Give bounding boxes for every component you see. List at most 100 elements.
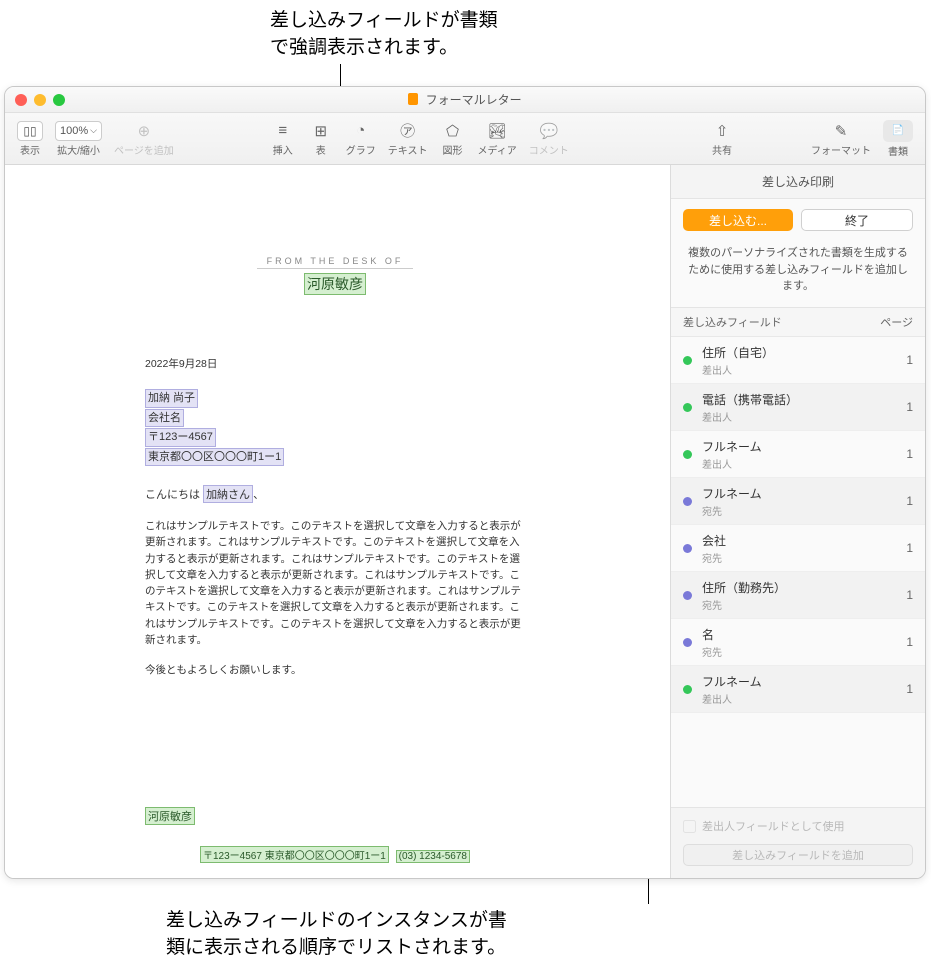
color-dot-icon [683, 638, 692, 647]
body-text[interactable]: これはサンプルテキストです。このテキストを選択して文章を入力すると表示が更新され… [145, 518, 525, 648]
color-dot-icon [683, 450, 692, 459]
field-row-main: 住所（勤務先）宛先 [702, 579, 900, 612]
view-button[interactable]: ▯▯ 表示 [13, 121, 47, 157]
date-line[interactable]: 2022年9月28日 [145, 356, 525, 371]
field-title: 名 [702, 626, 900, 643]
media-button[interactable]: 🏞 メディア [473, 121, 520, 157]
merge-field-footer-phone[interactable]: (03) 1234-5678 [396, 850, 470, 863]
field-row[interactable]: フルネーム宛先 1 [671, 478, 925, 525]
field-row[interactable]: フルネーム差出人1 [671, 431, 925, 478]
brush-icon: ✎ [830, 121, 852, 141]
field-subtitle: 宛先 [702, 597, 900, 612]
share-icon: ⇧ [711, 121, 733, 141]
field-page: 1 [906, 635, 913, 649]
closing-line[interactable]: 今後ともよろしくお願いします。 [145, 662, 525, 677]
text-button[interactable]: ㋐ テキスト [384, 121, 432, 157]
comment-icon: 💬 [538, 121, 560, 141]
field-subtitle: 差出人 [702, 362, 900, 377]
share-button[interactable]: ⇧ 共有 [705, 121, 739, 157]
greeting-prefix: こんにちは [145, 489, 200, 501]
sidebar-header: 差し込み印刷 [671, 165, 925, 199]
color-dot-icon [683, 403, 692, 412]
field-title: フルネーム [702, 485, 900, 502]
field-row-main: フルネーム差出人 [702, 438, 900, 471]
callout-top-text: 差し込みフィールドが書類 で強調表示されます。 [270, 8, 498, 61]
use-as-sender-checkbox: 差出人フィールドとして使用 [683, 818, 913, 834]
field-row[interactable]: 住所（自宅）差出人 1 [671, 337, 925, 384]
merge-field-footer-address[interactable]: 〒123ー4567 東京都〇〇区〇〇〇町1ー1 [200, 846, 389, 863]
field-page: 1 [906, 353, 913, 367]
field-page: 1 [906, 494, 913, 508]
field-subtitle: 差出人 [702, 691, 900, 706]
recipient-block: 加納 尚子 会社名 〒123ー4567 東京都〇〇区〇〇〇町1ー1 [145, 389, 525, 467]
field-title: フルネーム [702, 673, 900, 690]
inspector-sidebar: 差し込み印刷 差し込む... 終了 複数のパーソナライズされた書類を生成するため… [671, 165, 925, 878]
field-row-main: 名宛先 [702, 626, 900, 659]
window-title: フォーマルレター [5, 91, 925, 108]
field-title: 会社 [702, 532, 900, 549]
text-icon: ㋐ [397, 121, 419, 141]
greeting-suffix: 、 [253, 489, 264, 501]
field-row[interactable]: 住所（勤務先）宛先1 [671, 572, 925, 619]
window-title-text: フォーマルレター [426, 93, 522, 107]
footer-contact: 〒123ー4567 東京都〇〇区〇〇〇町1ー1 (03) 1234-5678 [145, 846, 525, 863]
field-subtitle: 宛先 [702, 503, 900, 518]
merge-field-address[interactable]: 東京都〇〇区〇〇〇町1ー1 [145, 448, 284, 467]
checkbox-icon [683, 820, 696, 833]
insert-button[interactable]: ≡ 挿入 [266, 121, 300, 157]
field-row[interactable]: フルネーム差出人1 [671, 666, 925, 713]
media-icon: 🏞 [486, 121, 508, 141]
merge-button[interactable]: 差し込む... [683, 209, 793, 231]
field-row-main: 住所（自宅）差出人 [702, 344, 900, 377]
greeting-line[interactable]: こんにちは 加納さん、 [145, 485, 525, 504]
document-button[interactable]: 📄 書類 [879, 120, 917, 158]
merge-field-sender-name[interactable]: 河原敏彦 [304, 273, 366, 295]
field-title: 住所（勤務先） [702, 579, 900, 596]
sidebar-icon: ▯▯ [17, 121, 43, 141]
table-button[interactable]: ⊞ 表 [304, 121, 338, 157]
field-row-main: フルネーム差出人 [702, 673, 900, 706]
field-subtitle: 差出人 [702, 456, 900, 471]
col-field-label: 差し込みフィールド [683, 314, 880, 330]
field-row[interactable]: 会社宛先 1 [671, 525, 925, 572]
page: FROM THE DESK OF 河原敏彦 2022年9月28日 加納 尚子 会… [45, 165, 625, 878]
field-page: 1 [906, 400, 913, 414]
plus-icon: ⊕ [133, 121, 155, 141]
merge-field-signature[interactable]: 河原敏彦 [145, 807, 195, 825]
merge-field-postal[interactable]: 〒123ー4567 [145, 428, 216, 447]
insert-icon: ≡ [272, 121, 294, 141]
color-dot-icon [683, 356, 692, 365]
field-list: 住所（自宅）差出人1電話（携帯電話）差出人1フルネーム差出人1フルネーム宛先1会… [671, 337, 925, 808]
field-row[interactable]: 電話（携帯電話）差出人 1 [671, 384, 925, 431]
field-row[interactable]: 名宛先 1 [671, 619, 925, 666]
chart-icon: ◔ [350, 121, 372, 141]
letterhead: FROM THE DESK OF 河原敏彦 [145, 255, 525, 296]
field-page: 1 [906, 541, 913, 555]
document-icon [408, 93, 418, 105]
zoom-select[interactable]: 100% 拡大/縮小 [51, 121, 106, 157]
field-row-main: フルネーム宛先 [702, 485, 900, 518]
format-button[interactable]: ✎ フォーマット [807, 121, 875, 157]
col-page-label: ページ [880, 314, 913, 330]
done-button[interactable]: 終了 [801, 209, 913, 231]
field-row-main: 会社宛先 [702, 532, 900, 565]
titlebar: フォーマルレター [5, 87, 925, 113]
signature: 河原敏彦 [145, 807, 525, 826]
zoom-value[interactable]: 100% [55, 121, 102, 141]
color-dot-icon [683, 544, 692, 553]
document-canvas[interactable]: FROM THE DESK OF 河原敏彦 2022年9月28日 加納 尚子 会… [5, 165, 671, 878]
color-dot-icon [683, 591, 692, 600]
add-page-button: ⊕ ページを追加 [110, 121, 178, 157]
merge-field-company[interactable]: 会社名 [145, 409, 184, 428]
add-field-button: 差し込みフィールドを追加 [683, 844, 913, 866]
app-window: フォーマルレター ▯▯ 表示 100% 拡大/縮小 ⊕ ページを追加 ≡ 挿入 … [4, 86, 926, 879]
chart-button[interactable]: ◔ グラフ [342, 121, 380, 157]
document-pane-icon: 📄 [883, 120, 913, 142]
merge-field-greeting-name[interactable]: 加納さん [203, 485, 253, 503]
field-row-main: 電話（携帯電話）差出人 [702, 391, 900, 424]
shape-button[interactable]: ⬠ 図形 [435, 121, 469, 157]
field-subtitle: 差出人 [702, 409, 900, 424]
shape-icon: ⬠ [441, 121, 463, 141]
toolbar: ▯▯ 表示 100% 拡大/縮小 ⊕ ページを追加 ≡ 挿入 ⊞ 表 ◔ グラフ… [5, 113, 925, 165]
merge-field-recipient-name[interactable]: 加納 尚子 [145, 389, 198, 408]
